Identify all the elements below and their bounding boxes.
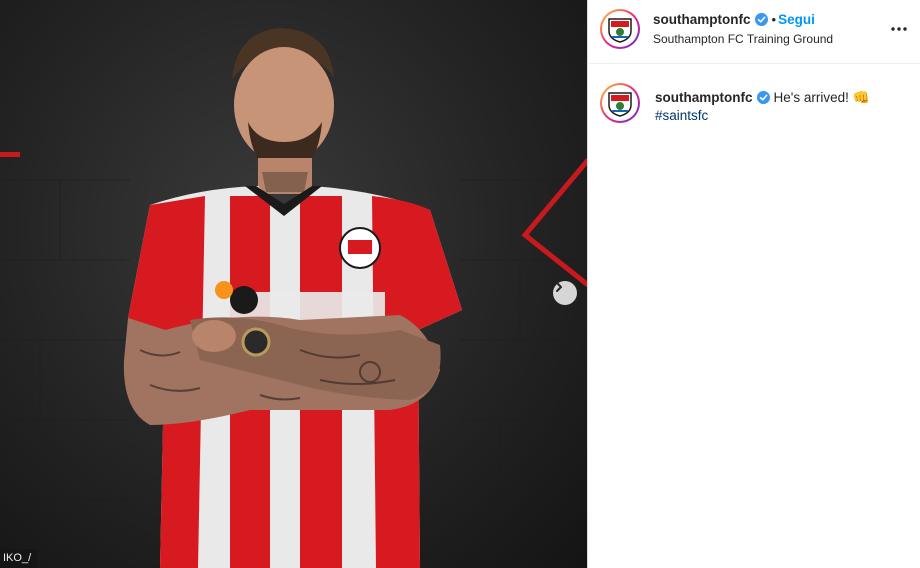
player-photo xyxy=(0,28,587,568)
next-photo-button[interactable] xyxy=(553,281,577,305)
club-crest-icon xyxy=(608,92,632,117)
follow-button[interactable]: Segui xyxy=(778,12,815,27)
separator-dot: • xyxy=(771,12,777,27)
hashtag-link[interactable]: #saintsfc xyxy=(655,108,708,123)
avatar[interactable] xyxy=(600,9,640,49)
chevron-right-icon xyxy=(556,282,562,292)
more-horizontal-icon xyxy=(891,27,907,31)
verified-badge-icon xyxy=(756,91,770,107)
caption-username[interactable]: southamptonfc xyxy=(655,90,753,105)
more-options-button[interactable] xyxy=(889,22,909,36)
club-crest-icon xyxy=(608,18,632,43)
caption-text: He's arrived! 👊 xyxy=(773,90,870,105)
header-username[interactable]: southamptonfc xyxy=(653,12,751,27)
verified-badge-icon xyxy=(754,13,768,31)
post-side-panel: southamptonfc • Segui Southampton FC Train… xyxy=(589,0,920,568)
avatar[interactable] xyxy=(600,83,640,123)
post-header: southamptonfc • Segui Southampton FC Train… xyxy=(589,0,920,64)
post-photo[interactable]: IKO_/ xyxy=(0,0,588,568)
post-location[interactable]: Southampton FC Training Ground xyxy=(653,32,833,46)
user-tag[interactable]: IKO_/ xyxy=(0,549,38,568)
